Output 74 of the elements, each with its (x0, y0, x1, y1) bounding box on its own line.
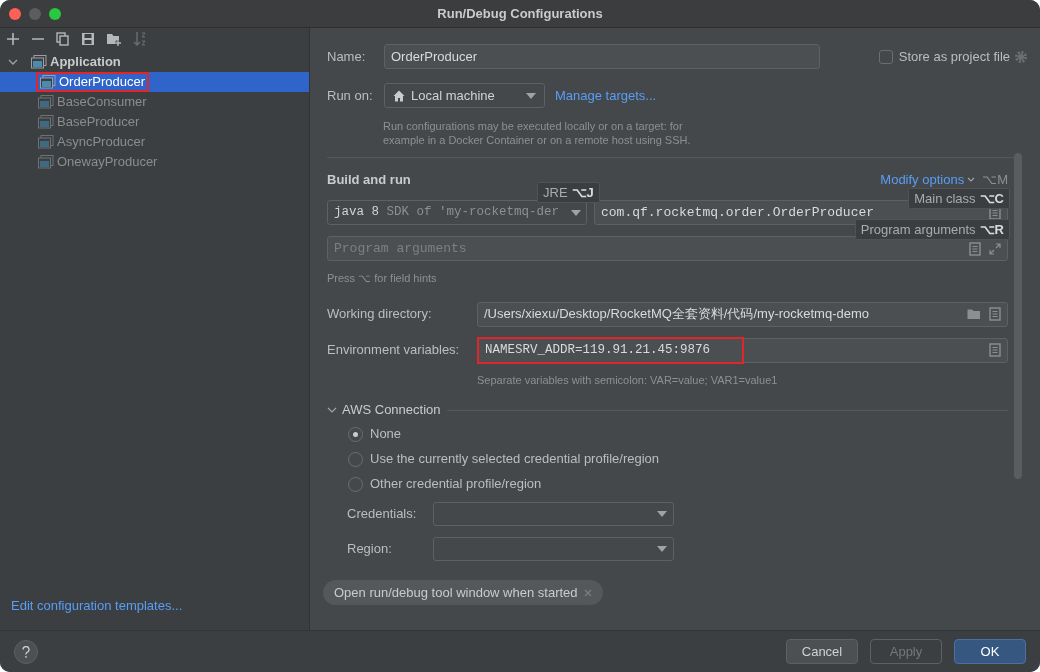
caret-icon (657, 511, 667, 517)
file-icon[interactable] (989, 307, 1001, 321)
chevron-icon[interactable] (327, 405, 337, 415)
field-label: Credentials: (347, 505, 418, 524)
dialog-button[interactable]: Cancel (786, 639, 858, 664)
shortcut-text: ⌥M (982, 171, 1008, 190)
dropdown[interactable] (433, 502, 674, 526)
run-on-dropdown[interactable]: Local machine (384, 83, 545, 108)
sort-icon[interactable] (133, 31, 147, 47)
chevron-icon (967, 177, 976, 183)
help-icon (22, 645, 30, 658)
add-icon[interactable] (6, 32, 20, 46)
caret-icon (657, 546, 667, 552)
tree-item[interactable]: AsyncProducer (36, 132, 148, 152)
radio-button[interactable] (348, 426, 363, 442)
radio-button[interactable] (348, 476, 363, 492)
jre-dropdown[interactable]: java 8 SDK of 'my-rocketmq-der (327, 200, 587, 225)
radio-option[interactable]: None (348, 426, 1008, 442)
tree-item[interactable]: Application (29, 52, 123, 72)
environment-variables-label: Environment variables: (327, 341, 461, 360)
tree-item[interactable]: BaseProducer (36, 112, 142, 132)
environment-hint-text: Separate variables with semicolon: VAR=value; VAR1=value1 (477, 372, 779, 388)
window-icon (40, 75, 56, 89)
name-label: Name: (327, 47, 367, 66)
radio-option[interactable]: Other credential profile/region (348, 476, 1008, 492)
new-folder-icon[interactable] (106, 32, 122, 46)
folder-icon[interactable] (967, 308, 981, 320)
tree-item[interactable]: OrderProducer (36, 72, 149, 92)
store-checkbox[interactable] (878, 49, 893, 64)
file-icon[interactable] (969, 241, 981, 256)
expand-icon[interactable] (989, 242, 1001, 255)
minimize-button[interactable] (29, 7, 41, 20)
section-title: AWS Connection (342, 401, 441, 420)
shortcut-tooltip: Main class ⌥C (908, 188, 1010, 209)
chevron-icon[interactable] (8, 57, 18, 67)
zoom-button[interactable] (49, 7, 61, 20)
manage-targets-link[interactable]: Manage targets... (555, 85, 657, 106)
dropdown[interactable] (433, 537, 674, 561)
file-icon[interactable] (989, 343, 1001, 357)
close-icon[interactable] (583, 588, 592, 597)
run-on-label: Run on: (327, 86, 374, 105)
window-icon (38, 115, 54, 129)
store-label: Store as project file (898, 47, 1010, 66)
run-on-help-text: Run configurations may be executed locally or on a target: for example in a Docker Container or on a remote host using SSH. (383, 119, 692, 147)
radio-button[interactable] (348, 451, 363, 467)
home-icon (393, 89, 405, 102)
field-label: Region: (347, 540, 393, 559)
tree-item[interactable]: BaseConsumer (36, 92, 149, 112)
shortcut-tooltip: JRE ⌥J (537, 182, 600, 203)
close-button[interactable] (9, 7, 21, 20)
option-chip[interactable]: Open run/debug tool window when started (323, 580, 603, 605)
caret-icon (571, 209, 581, 216)
edit-templates-link[interactable]: Edit configuration templates... (0, 595, 309, 630)
caret-icon (526, 92, 536, 99)
window-icon (38, 95, 54, 109)
save-icon[interactable] (81, 32, 95, 46)
gear-icon[interactable] (1014, 49, 1028, 64)
field-hints-text: Press ⌥ for field hints (327, 271, 438, 286)
tree-item[interactable]: OnewayProducer (36, 152, 160, 172)
window-title: Run/Debug Configurations (436, 4, 604, 23)
section-title: Build and run (327, 171, 411, 190)
working-directory-label: Working directory: (327, 305, 433, 324)
environment-variables-field[interactable]: NAMESRV_ADDR=119.91.21.45:9876 (477, 336, 744, 364)
radio-option[interactable]: Use the currently selected credential profile/region (348, 451, 1008, 467)
shortcut-tooltip: Program arguments ⌥R (854, 219, 1010, 240)
help-button[interactable] (14, 639, 38, 664)
copy-icon[interactable] (56, 32, 70, 46)
window-icon (31, 55, 47, 69)
working-directory-field[interactable]: /Users/xiexu/Desktop/RocketMQ全套资料/代码/my-rocketmq-demo (477, 301, 1008, 327)
name-field[interactable]: OrderProducer (384, 44, 820, 69)
window-icon (38, 155, 54, 169)
modify-options-link[interactable]: Modify options (880, 170, 976, 190)
window-icon (38, 135, 54, 149)
dialog-button[interactable]: OK (954, 639, 1026, 664)
